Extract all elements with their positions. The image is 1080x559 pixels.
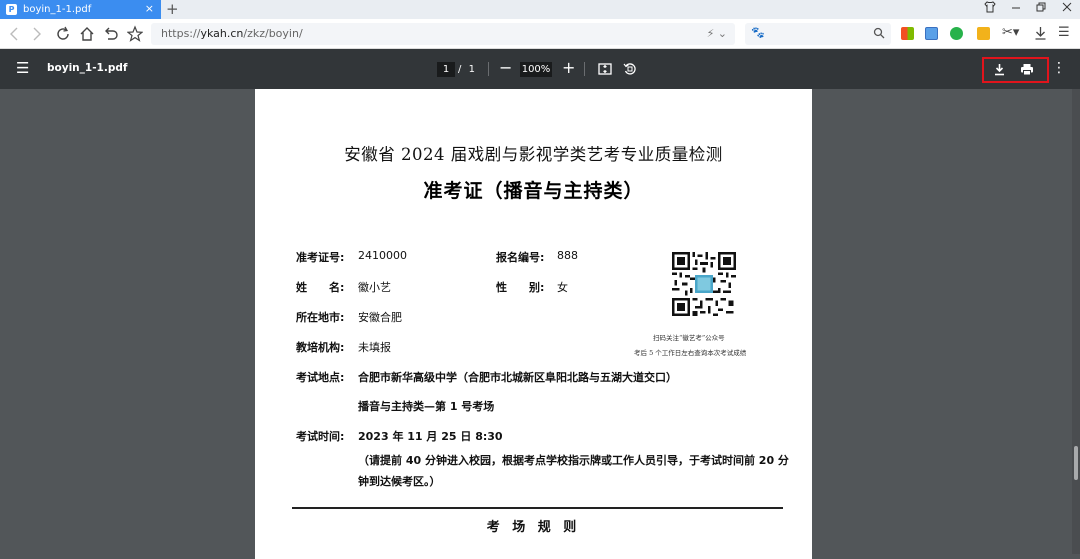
new-tab-button[interactable]: + bbox=[166, 0, 179, 18]
scrollbar-thumb[interactable] bbox=[1074, 446, 1078, 480]
screen-capture-extension-icon[interactable] bbox=[925, 27, 938, 40]
exam-room-value: 播音与主持类—第 1 号考场 bbox=[358, 400, 495, 413]
close-window-icon[interactable] bbox=[1062, 1, 1072, 16]
scissors-icon[interactable]: ✂▾ bbox=[1002, 25, 1019, 40]
name-label: 姓 名: bbox=[296, 281, 345, 294]
url-scheme: https:// bbox=[161, 27, 201, 40]
section-divider bbox=[292, 507, 783, 509]
menu-icon[interactable]: ☰ bbox=[16, 61, 29, 76]
address-bar[interactable]: https://ykah.cn/zkz/boyin/ ⚡ ⌄ bbox=[151, 23, 735, 45]
minimize-icon[interactable] bbox=[1011, 1, 1021, 16]
zoom-level-input[interactable]: 100% bbox=[520, 62, 552, 77]
search-icon[interactable] bbox=[873, 26, 885, 43]
pdf-file-name: boyin_1-1.pdf bbox=[47, 62, 128, 74]
page-count: / 1 bbox=[458, 62, 475, 77]
document-title: 安徽省 2024 届戏剧与影视学类艺考专业质量检测 bbox=[344, 145, 723, 164]
qr-caption-results: 考后 5 个工作日左右查询本次考试成绩 bbox=[634, 349, 747, 357]
total-pages: 1 bbox=[468, 64, 475, 75]
office-extension-icon[interactable] bbox=[901, 27, 914, 40]
vertical-scrollbar[interactable] bbox=[1072, 89, 1080, 554]
arrival-note-line2: 钟到达候考区。） bbox=[358, 475, 441, 488]
ticket-number-value: 2410000 bbox=[358, 249, 407, 262]
institution-value: 未填报 bbox=[358, 341, 391, 354]
rotate-icon[interactable] bbox=[621, 60, 639, 78]
zoom-out-button[interactable]: − bbox=[499, 58, 512, 78]
gender-value: 女 bbox=[557, 281, 568, 294]
location-value: 安徽合肥 bbox=[358, 311, 402, 324]
toolbar-divider bbox=[488, 62, 489, 76]
tab-close-icon[interactable]: × bbox=[145, 2, 154, 15]
restore-icon[interactable] bbox=[1036, 1, 1046, 16]
registration-number-value: 888 bbox=[557, 249, 578, 262]
search-box[interactable]: 🐾 bbox=[745, 23, 891, 45]
lightning-icon[interactable]: ⚡ ⌄ bbox=[707, 23, 727, 45]
forward-icon[interactable] bbox=[31, 24, 43, 49]
browser-menu-icon[interactable]: ☰ bbox=[1058, 25, 1070, 40]
arrival-note-line1: （请提前 40 分钟进入校园，根据考点学校指示牌或工作人员引导，于考试时间前 2… bbox=[358, 454, 789, 467]
qr-caption-follow: 扫码关注“徽艺考”公众号 bbox=[653, 334, 725, 342]
location-label: 所在地市: bbox=[296, 311, 345, 324]
page-number-input[interactable]: 1 bbox=[437, 62, 455, 77]
pdf-page: 安徽省 2024 届戏剧与影视学类艺考专业质量检测 准考证（播音与主持类） 准考… bbox=[255, 89, 812, 559]
zoom-in-button[interactable]: + bbox=[562, 58, 575, 78]
browser-tab[interactable]: P boyin_1-1.pdf × bbox=[0, 0, 161, 19]
shirt-skin-icon[interactable] bbox=[984, 1, 996, 16]
url-host: ykah.cn bbox=[200, 27, 244, 40]
toolbar-divider bbox=[584, 62, 585, 76]
name-value: 徽小艺 bbox=[358, 281, 391, 294]
document-subtitle: 准考证（播音与主持类） bbox=[423, 180, 644, 202]
back-icon[interactable] bbox=[8, 24, 20, 49]
reload-icon[interactable] bbox=[55, 24, 71, 49]
pdf-toolbar: ☰ boyin_1-1.pdf 1 / 1 − 100% + ⋮ bbox=[0, 49, 1080, 89]
ticket-number-label: 准考证号: bbox=[296, 251, 345, 264]
exam-time-value: 2023 年 11 月 25 日 8:30 bbox=[358, 430, 503, 443]
gender-label: 性 别: bbox=[496, 281, 545, 294]
institution-label: 教培机构: bbox=[296, 341, 345, 354]
qr-code bbox=[672, 252, 736, 316]
checkmark-extension-icon[interactable] bbox=[950, 27, 963, 40]
undo-close-tab-icon[interactable] bbox=[103, 24, 119, 49]
download-manager-icon[interactable] bbox=[1034, 25, 1047, 45]
fit-to-page-icon[interactable] bbox=[596, 60, 614, 78]
browser-tab-strip: P boyin_1-1.pdf × + bbox=[0, 0, 1080, 19]
page-separator: / bbox=[458, 64, 462, 75]
registration-number-label: 报名编号: bbox=[496, 251, 545, 264]
tab-title: boyin_1-1.pdf bbox=[23, 4, 92, 15]
baidu-paw-icon: 🐾 bbox=[751, 26, 765, 39]
home-icon[interactable] bbox=[79, 24, 95, 49]
venue-label: 考试地点: bbox=[296, 371, 345, 384]
download-print-highlight-box bbox=[982, 57, 1049, 83]
url-path: /zkz/boyin/ bbox=[243, 27, 303, 40]
browser-toolbar: https://ykah.cn/zkz/boyin/ ⚡ ⌄ 🐾 ✂▾ ☰ bbox=[0, 19, 1080, 49]
venue-value: 合肥市新华高级中学（合肥市北城新区阜阳北路与五湖大道交口） bbox=[358, 371, 677, 384]
folder-extension-icon[interactable] bbox=[977, 27, 990, 40]
exam-time-label: 考试时间: bbox=[296, 430, 345, 443]
bookmark-star-icon[interactable] bbox=[126, 24, 144, 49]
more-options-icon[interactable]: ⋮ bbox=[1052, 60, 1066, 76]
exam-rules-heading: 考 场 规 则 bbox=[486, 520, 581, 535]
pdf-file-icon: P bbox=[6, 4, 17, 15]
